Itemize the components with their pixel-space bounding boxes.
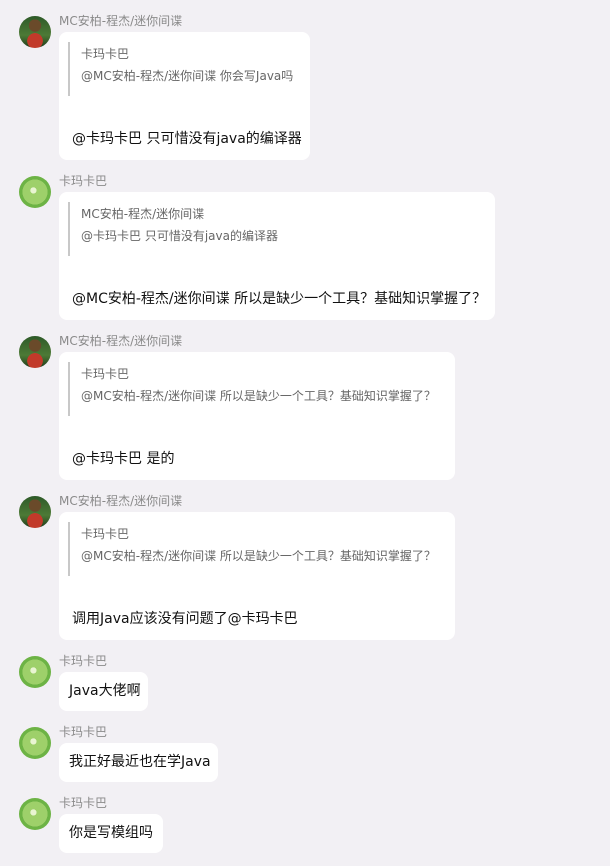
quote-author: 卡玛卡巴 (81, 367, 130, 381)
quote-bar (68, 42, 70, 96)
message-bubble[interactable]: 你是写模组吗 (59, 814, 163, 853)
message-text: @MC安柏-程杰/迷你间谍 所以是缺少一个工具？基础知识掌握了？ (72, 291, 487, 307)
message-text: 你是写模组吗 (69, 825, 153, 841)
quote-bar (68, 202, 70, 256)
sender-name: 卡玛卡巴 (59, 174, 108, 188)
message-text: 调用Java应该没有问题了@卡玛卡巴 (72, 611, 298, 627)
avatar[interactable] (19, 727, 51, 759)
avatar[interactable] (19, 16, 51, 48)
quote-text: @MC安柏-程杰/迷你间谍 所以是缺少一个工具？基础知识掌握了？ (81, 389, 436, 403)
avatar[interactable] (19, 798, 51, 830)
sender-name: 卡玛卡巴 (59, 654, 108, 668)
message-bubble[interactable]: MC安柏-程杰/迷你间谍 @卡玛卡巴 只可惜没有java的编译器 @MC安柏-程… (59, 192, 495, 320)
sender-name: 卡玛卡巴 (59, 796, 108, 810)
quote-bar (68, 362, 70, 416)
avatar[interactable] (19, 176, 51, 208)
avatar[interactable] (19, 656, 51, 688)
message-bubble[interactable]: 我正好最近也在学Java (59, 743, 218, 782)
sender-name: 卡玛卡巴 (59, 725, 108, 739)
quote-author: 卡玛卡巴 (81, 527, 130, 541)
quote-bar (68, 522, 70, 576)
message-text: Java大佬啊 (69, 683, 141, 699)
message-bubble[interactable]: 卡玛卡巴 @MC安柏-程杰/迷你间谍 你会写Java吗 @卡玛卡巴 只可惜没有j… (59, 32, 310, 160)
message-text: 我正好最近也在学Java (69, 754, 211, 770)
sender-name: MC安柏-程杰/迷你间谍 (59, 334, 183, 348)
sender-name: MC安柏-程杰/迷你间谍 (59, 14, 183, 28)
message-bubble[interactable]: 卡玛卡巴 @MC安柏-程杰/迷你间谍 所以是缺少一个工具？基础知识掌握了？ 调用… (59, 512, 455, 640)
quote-text: @MC安柏-程杰/迷你间谍 你会写Java吗 (81, 69, 294, 83)
quote-text: @卡玛卡巴 只可惜没有java的编译器 (81, 229, 278, 243)
sender-name: MC安柏-程杰/迷你间谍 (59, 494, 183, 508)
avatar[interactable] (19, 496, 51, 528)
quote-author: 卡玛卡巴 (81, 47, 130, 61)
message-bubble[interactable]: 卡玛卡巴 @MC安柏-程杰/迷你间谍 所以是缺少一个工具？基础知识掌握了？ @卡… (59, 352, 455, 480)
avatar[interactable] (19, 336, 51, 368)
message-text: @卡玛卡巴 只可惜没有java的编译器 (72, 131, 302, 147)
quote-author: MC安柏-程杰/迷你间谍 (81, 207, 205, 221)
quote-text: @MC安柏-程杰/迷你间谍 所以是缺少一个工具？基础知识掌握了？ (81, 549, 436, 563)
message-bubble[interactable]: Java大佬啊 (59, 672, 148, 711)
message-text: @卡玛卡巴 是的 (72, 451, 175, 467)
